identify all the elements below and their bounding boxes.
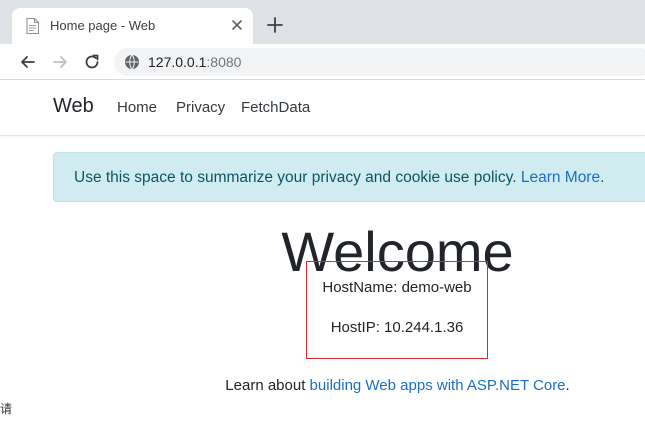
address-bar[interactable]: 127.0.0.1:8080 <box>114 48 645 76</box>
cookie-suffix: . <box>600 169 605 186</box>
back-arrow-icon[interactable] <box>18 52 38 72</box>
url-text[interactable]: 127.0.0.1:8080 <box>148 54 241 70</box>
document-favicon-icon <box>26 18 39 34</box>
reload-icon[interactable] <box>82 52 102 72</box>
cookie-text: Use this space to summarize your privacy… <box>74 169 521 186</box>
site-navbar: Web Home Privacy FetchData <box>0 80 645 136</box>
edge-glyph: 请 <box>0 402 13 416</box>
page-content: Web Home Privacy FetchData Use this spac… <box>0 80 645 421</box>
host-info-box: HostName: demo-web HostIP: 10.244.1.36 <box>306 261 488 359</box>
browser-tab[interactable]: Home page - Web <box>12 8 253 44</box>
cookie-consent-banner: Use this space to summarize your privacy… <box>53 152 645 202</box>
close-icon[interactable] <box>229 17 245 33</box>
nav-link-privacy[interactable]: Privacy <box>176 99 225 116</box>
tab-title: Home page - Web <box>50 18 156 33</box>
hostname-text: HostName: demo-web <box>322 279 472 296</box>
learn-suffix: . <box>565 377 570 394</box>
learn-more-link[interactable]: Learn More <box>521 169 600 186</box>
nav-link-home[interactable]: Home <box>117 99 157 116</box>
globe-icon[interactable] <box>124 54 140 70</box>
nav-link-fetchdata[interactable]: FetchData <box>241 99 310 116</box>
url-port: :8080 <box>206 54 242 70</box>
brand-link[interactable]: Web <box>53 95 94 118</box>
browser-toolbar: 127.0.0.1:8080 <box>0 44 645 80</box>
plus-icon[interactable] <box>266 16 284 34</box>
tab-strip: Home page - Web <box>0 0 645 44</box>
forward-arrow-icon[interactable] <box>50 52 70 72</box>
url-host: 127.0.0.1 <box>148 54 207 70</box>
hostip-text: HostIP: 10.244.1.36 <box>330 319 464 336</box>
learn-prefix: Learn about <box>225 377 310 394</box>
cookie-message: Use this space to summarize your privacy… <box>74 169 604 187</box>
aspnet-docs-link[interactable]: building Web apps with ASP.NET Core <box>310 377 566 394</box>
learn-about-text: Learn about building Web apps with ASP.N… <box>0 377 645 394</box>
